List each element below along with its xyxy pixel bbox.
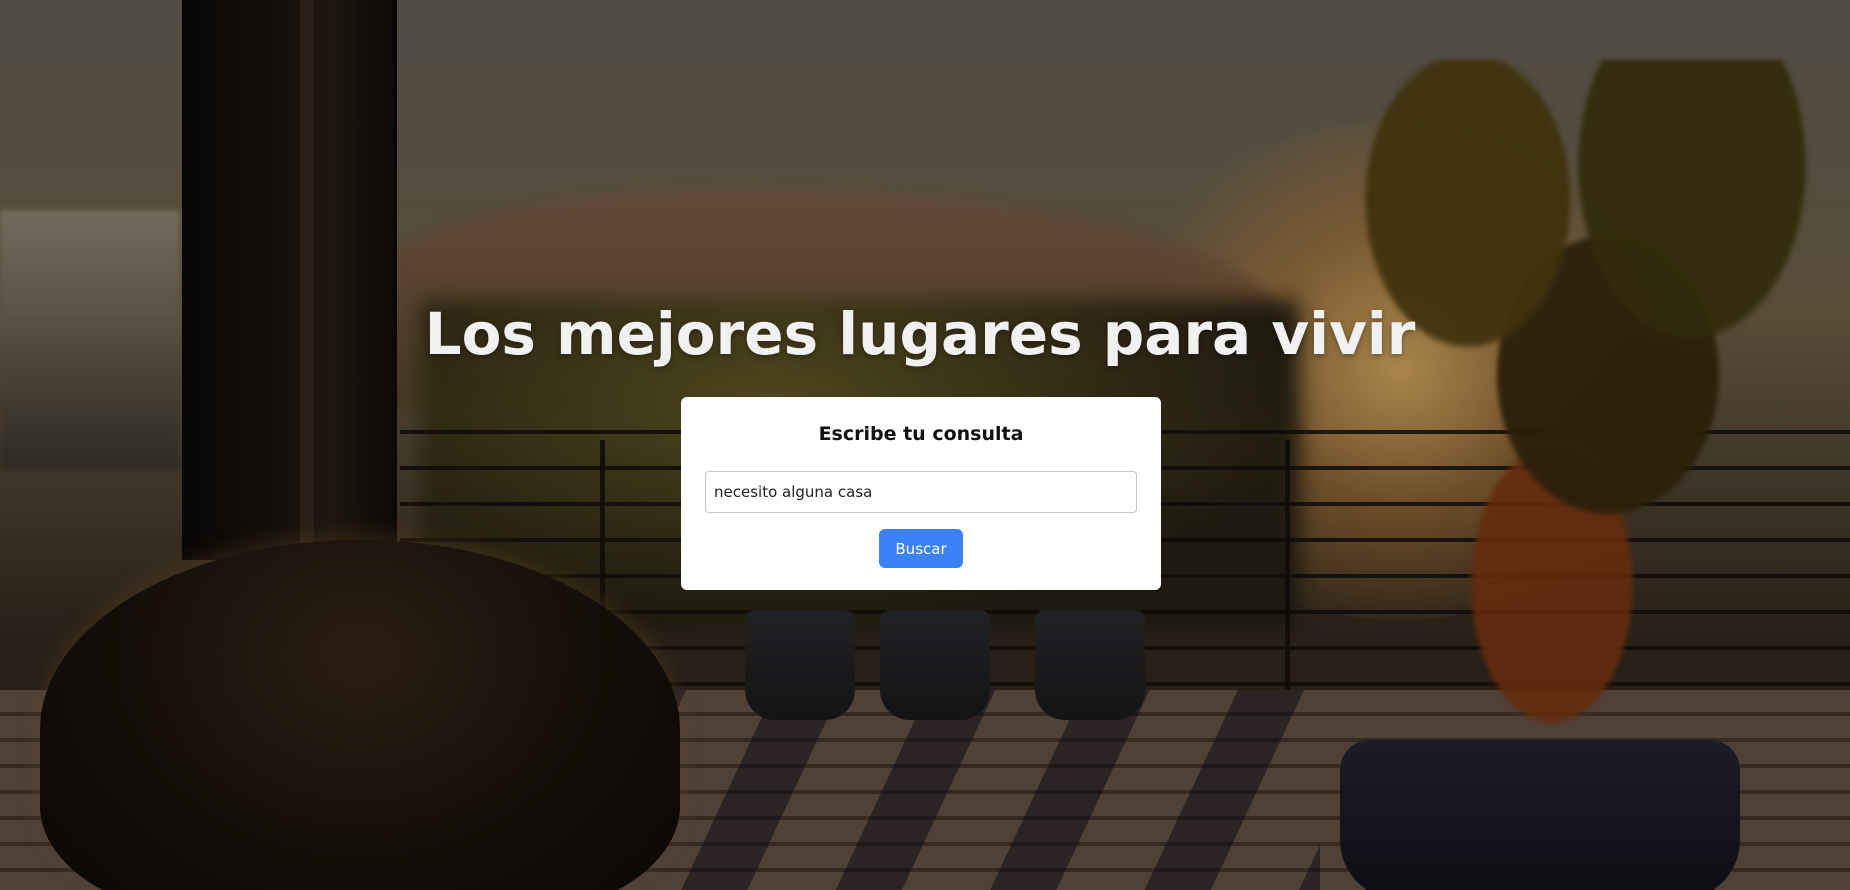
hero-section: Los mejores lugares para vivir Escribe t… <box>0 0 1850 890</box>
hero-title: Los mejores lugares para vivir <box>424 300 1416 368</box>
search-input[interactable] <box>705 471 1137 513</box>
button-row: Buscar <box>705 529 1137 568</box>
search-card: Escribe tu consulta Buscar <box>681 397 1161 590</box>
search-heading: Escribe tu consulta <box>818 423 1024 445</box>
search-button[interactable]: Buscar <box>879 529 963 568</box>
